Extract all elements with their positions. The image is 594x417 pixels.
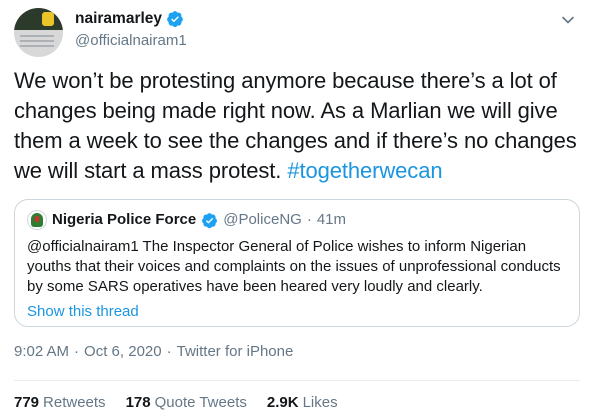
author-name-row[interactable]: nairamarley [75,10,187,28]
verified-badge-icon [167,11,183,28]
separator-dot: · [166,343,172,360]
divider [14,380,580,381]
author-handle[interactable]: @officialnairam1 [75,32,187,49]
show-thread-link[interactable]: Show this thread [27,302,567,322]
quoted-author-handle: @PoliceNG [223,211,302,228]
separator-dot: · [74,343,80,360]
quoted-tweet-text: @officialnairam1 The Inspector General o… [27,238,561,295]
quote-tweets-label: Quote Tweets [154,394,247,411]
author-info: nairamarley @officialnairam1 [75,10,187,49]
verified-badge-icon [202,212,218,228]
quote-tweets-stat[interactable]: 178 Quote Tweets [126,394,247,411]
quoted-tweet-card[interactable]: Nigeria Police Force @PoliceNG · 41m @of… [14,199,580,327]
quoted-tweet-time: 41m [316,211,347,228]
tweet-stats: 779 Retweets 178 Quote Tweets 2.9K Likes [14,394,338,411]
quoted-tweet-header: Nigeria Police Force @PoliceNG · 41m [27,210,567,230]
author-avatar[interactable] [14,8,63,57]
tweet-date[interactable]: Oct 6, 2020 [84,343,162,360]
likes-count: 2.9K [266,394,299,411]
chevron-down-icon[interactable] [560,12,576,28]
tweet-text: We won’t be protesting anymore because t… [14,66,580,186]
quoted-author-name: Nigeria Police Force [52,211,197,228]
retweets-count: 779 [14,394,40,411]
retweets-label: Retweets [43,394,106,411]
retweets-stat[interactable]: 779 Retweets [14,394,106,411]
tweet-time[interactable]: 9:02 AM [14,343,69,360]
hashtag-link[interactable]: #togetherwecan [287,158,442,183]
tweet-source[interactable]: Twitter for iPhone [177,343,294,360]
likes-stat[interactable]: 2.9K Likes [267,394,338,411]
tweet-meta: 9:02 AM · Oct 6, 2020 · Twitter for iPho… [14,343,293,360]
author-display-name[interactable]: nairamarley [75,10,162,28]
likes-label: Likes [302,394,338,411]
tweet-header: nairamarley @officialnairam1 [14,4,580,60]
quoted-author-avatar [27,210,47,230]
quote-tweets-count: 178 [125,394,151,411]
separator-dot: · [306,211,312,228]
